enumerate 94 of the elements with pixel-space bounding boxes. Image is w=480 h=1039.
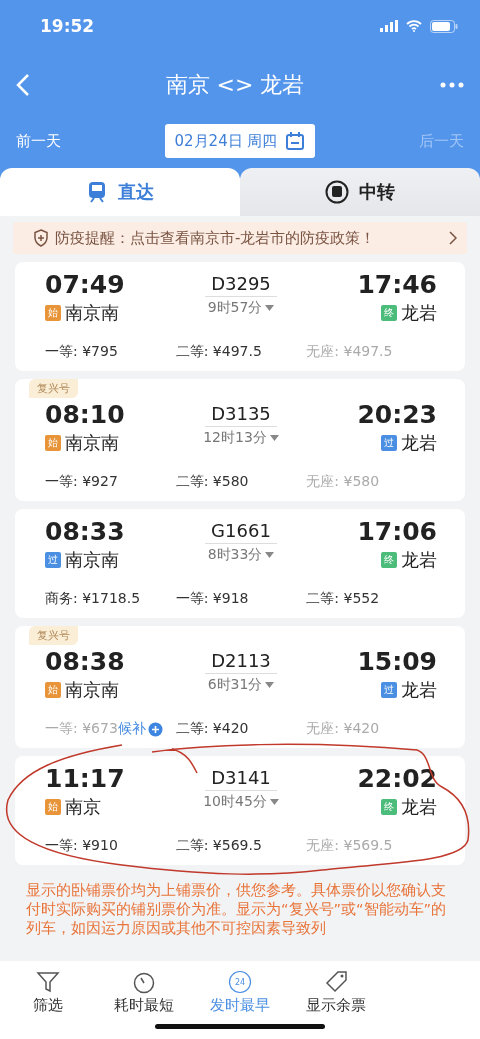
departure-station: 南京南	[65, 301, 119, 325]
arrival-station: 龙岩	[401, 678, 437, 702]
train-card[interactable]: 复兴号 08:38 始 南京南 D2113 6时31分 15:09 过 龙岩 一等: ¥673候补 二等: ¥420 无座: ¥420	[15, 626, 465, 748]
caret-icon	[265, 305, 275, 311]
tag-icon	[324, 969, 348, 994]
train-number: D3141	[205, 767, 277, 791]
plus-icon	[147, 721, 163, 737]
clock-icon: 24	[228, 969, 252, 994]
more-icon[interactable]	[440, 82, 464, 88]
station-tag: 过	[381, 435, 397, 451]
fare-price: 无座: ¥580	[306, 473, 380, 491]
fare-disclaimer: 显示的卧铺票价均为上铺票价，供您参考。具体票价以您确认支付时实际购买的铺别票价为准。显示为“复兴号”或“智能动车”的列车，如因运力原因或其他不可控因素导致列	[25, 881, 448, 938]
duration-toggle[interactable]: 9时57分	[207, 297, 275, 319]
fare-price: 二等: ¥552	[306, 590, 380, 608]
train-badge: 复兴号	[29, 626, 78, 645]
train-icon	[86, 181, 108, 203]
departure-time: 08:33	[45, 517, 125, 546]
mode-tab[interactable]: 直达	[0, 168, 240, 216]
train-number: D3295	[205, 273, 277, 297]
fare-price: 一等: ¥910	[45, 837, 118, 855]
chevron-right-icon	[449, 231, 457, 245]
sort-tab[interactable]: 耗时最短	[96, 965, 192, 1019]
train-card[interactable]: 07:49 始 南京南 D3295 9时57分 17:46 终 龙岩 一等: ¥795 二等: ¥497.5 无座: ¥497.5	[15, 262, 465, 371]
signal-icon	[380, 20, 398, 32]
departure-station: 南京南	[65, 678, 119, 702]
duration-toggle[interactable]: 12时13分	[203, 427, 279, 449]
departure-station: 南京南	[65, 548, 119, 572]
back-icon[interactable]	[16, 73, 30, 97]
train-card[interactable]: 08:33 过 南京南 G1661 8时33分 17:06 终 龙岩 商务: ¥1718.5 一等: ¥918 二等: ¥552	[15, 509, 465, 618]
arrival-time: 20:23	[357, 400, 437, 429]
duration-toggle[interactable]: 8时33分	[207, 544, 275, 566]
station-tag: 过	[381, 682, 397, 698]
arrival-station: 龙岩	[401, 548, 437, 572]
shield-icon	[33, 229, 49, 247]
arrival-time: 17:06	[357, 517, 437, 546]
arrival-time: 22:02	[357, 764, 437, 793]
train-card[interactable]: 复兴号 08:10 始 南京南 D3135 12时13分 20:23 过 龙岩 一等: ¥927 二等: ¥580 无座: ¥580	[15, 379, 465, 501]
fare-price: 二等: ¥569.5	[175, 837, 262, 855]
station-tag: 终	[381, 305, 397, 321]
train-badge: 复兴号	[29, 379, 78, 398]
station-tag: 始	[45, 682, 61, 698]
departure-time: 08:38	[45, 647, 125, 676]
page-title: 南京 <> 龙岩	[165, 71, 305, 99]
departure-time: 08:10	[45, 400, 125, 429]
arrival-station: 龙岩	[401, 301, 437, 325]
train-number: D2113	[205, 650, 277, 674]
fare-price: 二等: ¥497.5	[175, 343, 262, 361]
train-number: G1661	[205, 520, 277, 544]
station-tag: 终	[381, 799, 397, 815]
caret-icon	[269, 799, 279, 805]
station-tag: 终	[381, 552, 397, 568]
mode-tab[interactable]: 中转	[240, 168, 480, 216]
fare-price: 无座: ¥420	[306, 720, 380, 738]
sort-tab[interactable]: 显示余票	[288, 965, 384, 1019]
fare-price: 无座: ¥569.5	[306, 837, 393, 855]
duration-toggle[interactable]: 6时31分	[207, 674, 275, 696]
departure-time: 11:17	[45, 764, 125, 793]
date-picker[interactable]: 02月24日 周四	[164, 124, 316, 158]
station-tag: 始	[45, 799, 61, 815]
arrival-station: 龙岩	[401, 795, 437, 819]
wifi-icon	[406, 20, 422, 32]
fare-price: 一等: ¥918	[175, 590, 249, 608]
waitlist-button[interactable]: 候补	[117, 720, 163, 738]
transfer-icon	[325, 180, 349, 204]
arrival-time: 17:46	[357, 270, 437, 299]
battery-icon	[430, 19, 458, 33]
train-card[interactable]: 11:17 始 南京 D3141 10时45分 22:02 终 龙岩 一等: ¥910 二等: ¥569.5 无座: ¥569.5	[15, 756, 465, 865]
previous-day-link[interactable]: 前一天	[16, 131, 61, 151]
departure-station: 南京	[65, 795, 101, 819]
station-tag: 过	[45, 552, 61, 568]
fare-price: 二等: ¥580	[175, 473, 249, 491]
station-tag: 始	[45, 435, 61, 451]
departure-time: 07:49	[45, 270, 125, 299]
caret-icon	[265, 552, 275, 558]
fare-price: 一等: ¥927	[45, 473, 118, 491]
arrival-station: 龙岩	[401, 431, 437, 455]
calendar-icon	[285, 131, 306, 151]
sort-tab[interactable]: 24 发时最早	[192, 965, 288, 1019]
caret-icon	[265, 682, 275, 688]
fare-price: 一等: ¥795	[45, 343, 118, 361]
fare-price: 商务: ¥1718.5	[45, 590, 141, 608]
status-time: 19:52	[40, 16, 95, 36]
train-number: D3135	[205, 403, 277, 427]
filter-icon	[36, 969, 60, 994]
arrival-time: 15:09	[357, 647, 437, 676]
epidemic-notice-banner[interactable]: 防疫提醒：点击查看南京市-龙岩市的防疫政策！	[13, 222, 467, 254]
station-tag: 始	[45, 305, 61, 321]
duration-toggle[interactable]: 10时45分	[203, 791, 279, 813]
fare-price: 无座: ¥497.5	[306, 343, 393, 361]
fare-price: 一等: ¥673	[45, 720, 118, 738]
caret-icon	[269, 435, 279, 441]
departure-station: 南京南	[65, 431, 119, 455]
sort-tab[interactable]: 筛选	[0, 965, 96, 1019]
fare-price: 二等: ¥420	[175, 720, 249, 738]
